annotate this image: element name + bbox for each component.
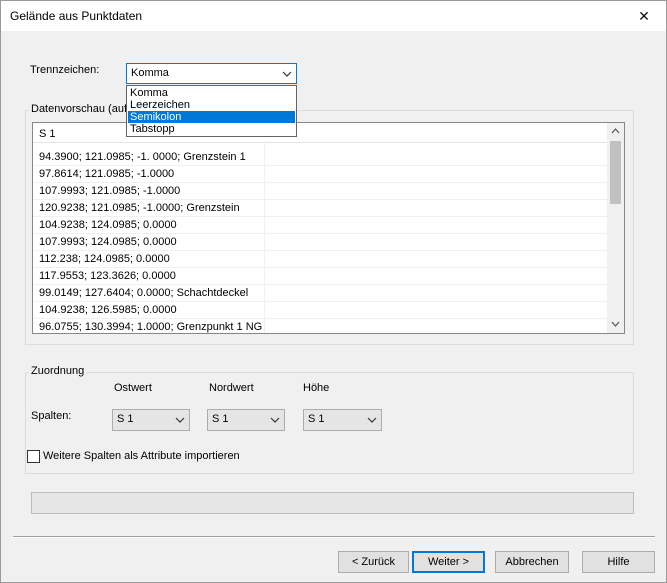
ostwert-select[interactable]: S 1: [112, 409, 190, 431]
next-button[interactable]: Weiter >: [412, 551, 485, 573]
preview-row[interactable]: 107.9993; 124.0985; 0.0000: [33, 234, 608, 251]
scroll-down-icon[interactable]: [610, 319, 621, 329]
back-button[interactable]: < Zurück: [338, 551, 409, 573]
nordwert-value: S 1: [212, 413, 229, 425]
preview-row[interactable]: 99.0149; 127.6404; 0.0000; Schachtdeckel: [33, 285, 608, 302]
window-title: Gelände aus Punktdaten: [10, 9, 143, 23]
separator-select[interactable]: Komma: [126, 63, 297, 84]
close-icon[interactable]: ✕: [622, 1, 666, 31]
hoehe-select[interactable]: S 1: [303, 409, 382, 431]
preview-row[interactable]: 96.0755; 130.3994; 1.0000; Grenzpunkt 1 …: [33, 319, 608, 333]
progress-bar: [31, 492, 634, 514]
chevron-down-icon: [280, 64, 294, 83]
separator-option-komma[interactable]: Komma: [128, 87, 295, 99]
chevron-down-icon: [268, 410, 282, 430]
separator-option-tabstopp[interactable]: Tabstopp: [128, 123, 295, 135]
preview-row[interactable]: 107.9993; 121.0985; -1.0000: [33, 183, 608, 200]
preview-row[interactable]: 94.3900; 121.0985; -1. 0000; Grenzstein …: [33, 149, 608, 166]
scrollbar-thumb[interactable]: [610, 141, 621, 204]
preview-header[interactable]: S 1: [33, 125, 608, 143]
preview-row[interactable]: 120.9238; 121.0985; -1.0000; Grenzstein: [33, 200, 608, 217]
hoehe-value: S 1: [308, 413, 325, 425]
nordwert-label: Nordwert: [209, 382, 254, 394]
dialog-window: Gelände aus Punktdaten ✕ Trennzeichen: K…: [0, 0, 667, 583]
preview-row[interactable]: 97.8614; 121.0985; -1.0000: [33, 166, 608, 183]
cancel-button[interactable]: Abbrechen: [495, 551, 569, 573]
preview-row[interactable]: 117.9553; 123.3626; 0.0000: [33, 268, 608, 285]
separator-selected-value: Komma: [131, 67, 169, 79]
hoehe-label: Höhe: [303, 382, 330, 394]
scroll-up-icon[interactable]: [610, 126, 621, 136]
chevron-down-icon: [365, 410, 379, 430]
preview-group-label: Datenvorschau (auf: [29, 103, 129, 115]
extra-columns-label[interactable]: Weitere Spalten als Attribute importiere…: [43, 450, 240, 462]
extra-columns-checkbox[interactable]: [27, 450, 40, 463]
separator-option-leerzeichen[interactable]: Leerzeichen: [128, 99, 295, 111]
columns-label: Spalten:: [31, 410, 72, 422]
preview-row[interactable]: 104.9238; 126.5985; 0.0000: [33, 302, 608, 319]
ostwert-label: Ostwert: [114, 382, 152, 394]
mapping-group-label: Zuordnung: [29, 365, 87, 377]
preview-listbox[interactable]: S 1 94.3900; 121.0985; -1. 0000; Grenzst…: [32, 122, 625, 334]
bottom-separator-highlight: [13, 537, 655, 538]
separator-dropdown-list[interactable]: Komma Leerzeichen Semikolon Tabstopp: [126, 85, 297, 137]
title-bar: Gelände aus Punktdaten ✕: [1, 1, 666, 31]
separator-label: Trennzeichen:: [30, 64, 100, 76]
nordwert-select[interactable]: S 1: [207, 409, 285, 431]
separator-option-semikolon[interactable]: Semikolon: [128, 111, 295, 123]
help-button[interactable]: Hilfe: [582, 551, 655, 573]
vertical-scrollbar[interactable]: [607, 123, 624, 333]
preview-row[interactable]: 112.238; 124.0985; 0.0000: [33, 251, 608, 268]
ostwert-value: S 1: [117, 413, 134, 425]
chevron-down-icon: [173, 410, 187, 430]
preview-row[interactable]: 104.9238; 124.0985; 0.0000: [33, 217, 608, 234]
